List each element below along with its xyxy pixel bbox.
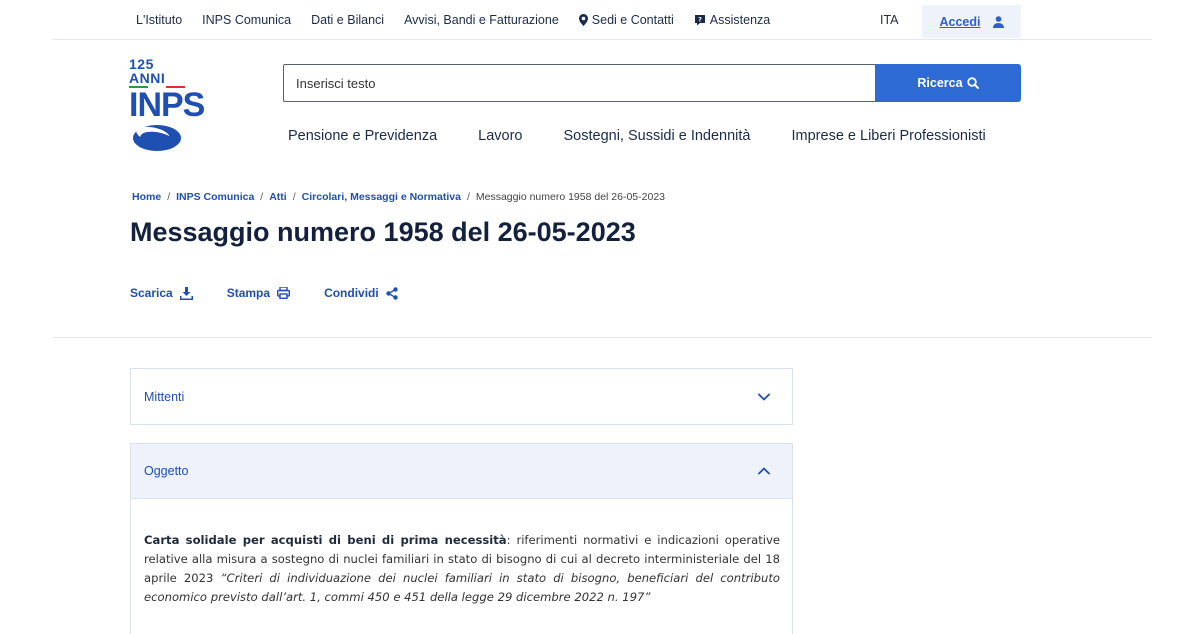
top-nav: L'Istituto INPS Comunica Dati e Bilanci … bbox=[126, 0, 780, 40]
top-nav-comunica[interactable]: INPS Comunica bbox=[202, 13, 291, 27]
accordion-oggetto: Oggetto Carta solidale per acquisti di b… bbox=[130, 443, 793, 634]
logo-emblem-icon bbox=[133, 125, 181, 151]
print-button[interactable]: Stampa bbox=[226, 286, 291, 300]
oggetto-italic-text: “Criteri di individuazione dei nuclei fa… bbox=[144, 571, 780, 604]
main-nav-pensione[interactable]: Pensione e Previdenza bbox=[288, 128, 437, 144]
accordion-mittenti: Mittenti bbox=[130, 368, 793, 425]
breadcrumb-separator: / bbox=[466, 191, 470, 203]
share-icon bbox=[386, 286, 398, 300]
search-button[interactable]: Ricerca bbox=[875, 64, 1021, 102]
top-divider bbox=[52, 39, 1152, 40]
language-switch[interactable]: ITA bbox=[880, 13, 899, 27]
main-nav-lavoro[interactable]: Lavoro bbox=[478, 128, 522, 144]
accordion-oggetto-title: Oggetto bbox=[144, 464, 189, 478]
top-nav-avvisi[interactable]: Avvisi, Bandi e Fatturazione bbox=[404, 13, 559, 27]
svg-text:?: ? bbox=[698, 16, 702, 24]
login-label: Accedi bbox=[939, 14, 981, 29]
top-nav-assistenza[interactable]: ? Assistenza bbox=[694, 13, 770, 27]
content-divider bbox=[52, 337, 1152, 338]
logo-anniversary: 125 ANNI bbox=[129, 56, 166, 86]
top-nav-istituto[interactable]: L'Istituto bbox=[136, 13, 182, 27]
search-input[interactable]: Inserisci testo bbox=[283, 64, 875, 102]
main-nav-imprese[interactable]: Imprese e Liberi Professionisti bbox=[792, 128, 986, 144]
breadcrumb-separator: / bbox=[260, 191, 264, 203]
breadcrumb-separator: / bbox=[167, 191, 171, 203]
printer-icon bbox=[277, 287, 291, 299]
share-label: Condividi bbox=[324, 286, 379, 300]
help-chat-icon: ? bbox=[694, 15, 705, 26]
oggetto-bold-text: Carta solidale per acquisti di beni di p… bbox=[144, 533, 507, 547]
main-nav-sostegni[interactable]: Sostegni, Sussidi e Indennità bbox=[563, 128, 750, 144]
search-icon bbox=[966, 77, 979, 89]
accordion-oggetto-body: Carta solidale per acquisti di beni di p… bbox=[131, 499, 792, 607]
breadcrumb: Home / INPS Comunica / Atti / Circolari,… bbox=[132, 191, 665, 203]
login-button[interactable]: Accedi bbox=[922, 5, 1021, 38]
breadcrumb-comunica[interactable]: INPS Comunica bbox=[176, 191, 254, 203]
top-nav-dati[interactable]: Dati e Bilanci bbox=[311, 13, 384, 27]
inps-logo[interactable]: 125 ANNI INPS bbox=[129, 56, 205, 151]
breadcrumb-atti[interactable]: Atti bbox=[269, 191, 287, 203]
accordion-oggetto-header[interactable]: Oggetto bbox=[131, 444, 792, 499]
breadcrumb-circolari[interactable]: Circolari, Messaggi e Normativa bbox=[302, 191, 461, 203]
download-icon bbox=[179, 286, 193, 300]
top-nav-sedi[interactable]: Sedi e Contatti bbox=[578, 13, 674, 27]
page-title: Messaggio numero 1958 del 26-05-2023 bbox=[130, 217, 636, 247]
accordion-mittenti-title: Mittenti bbox=[144, 389, 185, 404]
breadcrumb-current: Messaggio numero 1958 del 26-05-2023 bbox=[475, 191, 666, 203]
breadcrumb-home[interactable]: Home bbox=[132, 191, 161, 203]
download-label: Scarica bbox=[130, 286, 173, 300]
top-bar: L'Istituto INPS Comunica Dati e Bilanci … bbox=[0, 0, 1200, 40]
search-button-label: Ricerca bbox=[917, 76, 963, 90]
download-button[interactable]: Scarica bbox=[130, 286, 193, 300]
print-label: Stampa bbox=[226, 286, 271, 300]
breadcrumb-separator: / bbox=[292, 191, 296, 203]
chevron-up-icon bbox=[758, 467, 770, 475]
chevron-down-icon bbox=[758, 393, 770, 400]
logo-wordmark: INPS bbox=[129, 86, 205, 124]
map-pin-icon bbox=[578, 14, 588, 26]
main-nav: Pensione e Previdenza Lavoro Sostegni, S… bbox=[288, 128, 1027, 144]
share-button[interactable]: Condividi bbox=[324, 286, 398, 300]
accordion-mittenti-header[interactable]: Mittenti bbox=[131, 369, 792, 424]
oggetto-paragraph: Carta solidale per acquisti di beni di p… bbox=[144, 531, 780, 607]
user-icon bbox=[992, 15, 1004, 28]
page-actions: Scarica Stampa Condividi bbox=[130, 286, 432, 300]
